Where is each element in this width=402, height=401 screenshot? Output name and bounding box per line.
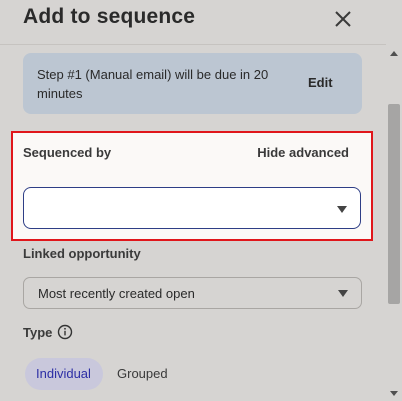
sequenced-by-section: Sequenced by Hide advanced [11, 131, 373, 241]
scroll-up-arrow-icon[interactable] [390, 51, 398, 56]
scrollbar-thumb[interactable] [388, 104, 400, 304]
edit-button[interactable]: Edit [308, 75, 333, 90]
sequenced-by-select[interactable] [23, 187, 361, 229]
close-button[interactable] [332, 8, 354, 30]
close-icon [335, 11, 351, 27]
due-info-banner: Step #1 (Manual email) will be due in 20… [23, 53, 362, 114]
type-individual-label: Individual [36, 366, 91, 381]
type-individual-toggle[interactable]: Individual [25, 358, 103, 390]
linked-opportunity-value: Most recently created open [38, 286, 195, 301]
info-circle-icon[interactable] [57, 324, 73, 340]
chevron-down-icon [338, 290, 348, 297]
type-grouped-toggle[interactable]: Grouped [110, 358, 176, 390]
linked-opportunity-label: Linked opportunity [23, 246, 141, 261]
chevron-down-icon [337, 206, 347, 213]
scroll-down-arrow-icon[interactable] [390, 391, 398, 396]
sequenced-by-label: Sequenced by [23, 145, 112, 160]
hide-advanced-button[interactable]: Hide advanced [257, 145, 349, 160]
dialog-header: Add to sequence [0, 0, 386, 45]
type-grouped-label: Grouped [117, 366, 168, 381]
dialog-title: Add to sequence [23, 5, 196, 28]
linked-opportunity-select[interactable]: Most recently created open [23, 277, 362, 309]
type-label: Type [23, 325, 53, 340]
due-info-text: Step #1 (Manual email) will be due in 20… [37, 67, 269, 101]
vertical-scrollbar[interactable] [386, 44, 402, 401]
